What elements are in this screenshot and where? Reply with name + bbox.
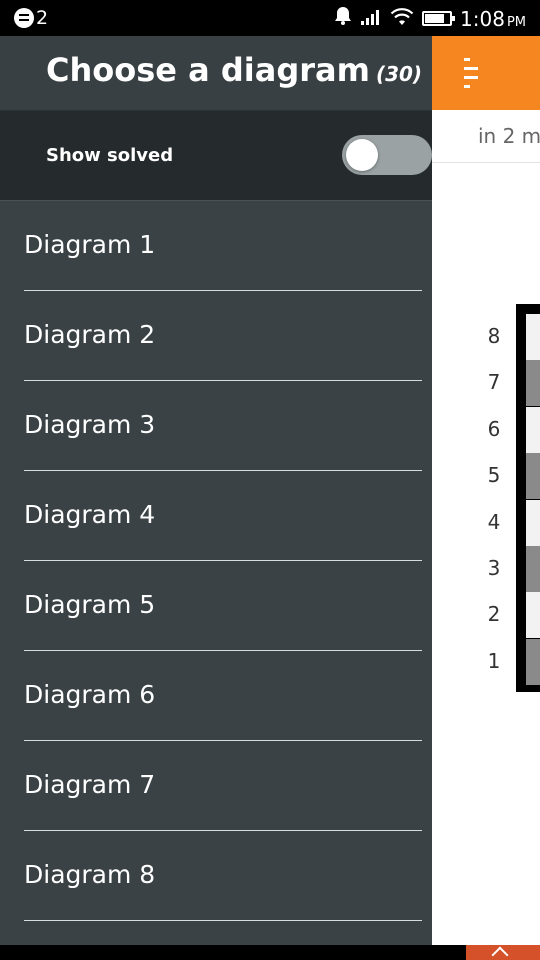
mail-icon [14,8,34,28]
board-square[interactable] [526,314,540,360]
clock: 1:08 PM [460,7,526,31]
status-right: 1:08 PM [334,6,526,31]
diagram-list-item[interactable]: Diagram 1 [0,201,432,291]
show-solved-label: Show solved [46,145,174,166]
hint-divider [432,162,540,163]
diagram-list-item[interactable]: Diagram 5 [0,561,432,651]
show-solved-toggle[interactable] [342,135,432,175]
wifi-icon [390,7,414,31]
nav-bar [0,945,540,960]
diagram-label: Diagram 6 [24,680,156,709]
diagram-list-item[interactable]: Diagram 4 [0,471,432,561]
board-square[interactable] [526,638,540,685]
diagram-list-item[interactable]: Diagram 2 [0,291,432,381]
drawer-header: Choose a diagram (30) [0,36,432,111]
diagram-list: Diagram 1 Diagram 2 Diagram 3 Diagram 4 Diag… [0,201,432,921]
notification-count: 2 [36,7,49,29]
board-square[interactable] [526,592,540,639]
diagram-label: Diagram 4 [24,500,156,529]
drawer-title: Choose a diagram (30) [46,51,422,89]
board-square[interactable] [526,360,540,407]
show-solved-row: Show solved [0,111,432,201]
rank-label: 5 [487,463,501,488]
menu-icon[interactable] [464,58,478,90]
status-bar: 2 1:08 PM [0,0,540,36]
toggle-knob[interactable] [346,139,378,171]
diagram-label: Diagram 8 [24,860,156,889]
app-header [432,36,540,110]
diagram-label: Diagram 2 [24,320,156,349]
rank-label: 6 [487,416,501,441]
diagram-view: in 2 m 8 7 6 5 4 3 2 1 [432,36,540,945]
rank-label: 4 [487,509,501,534]
diagram-list-item[interactable]: Diagram 8 [0,831,432,921]
status-left: 2 [14,7,48,29]
ampm: PM [506,14,526,30]
bell-icon [334,6,352,31]
move-hint: in 2 m [478,124,540,148]
board-square[interactable] [526,546,540,592]
diagram-count: (30) [375,62,423,86]
diagram-label: Diagram 7 [24,770,156,799]
diagram-label: Diagram 3 [24,410,156,439]
diagram-drawer: Choose a diagram (30) Show solved Diagram… [0,36,432,945]
diagram-list-item[interactable]: Diagram 7 [0,741,432,831]
board-square[interactable] [526,453,540,500]
diagram-label: Diagram 5 [24,590,156,619]
rank-label: 7 [487,370,501,395]
diagram-list-item[interactable]: Diagram 6 [0,651,432,741]
battery-icon [422,11,456,26]
rank-label: 2 [487,602,501,627]
diagram-label: Diagram 1 [24,230,156,259]
rank-label: 8 [487,324,501,348]
drawer-title-text: Choose a diagram [46,51,370,89]
board-square[interactable] [526,406,540,453]
chevron-up-icon[interactable] [466,945,540,960]
board-square[interactable] [526,499,540,546]
rank-label: 3 [487,556,501,580]
signal-icon [360,7,382,31]
rank-label: 1 [487,648,501,673]
diagram-list-item[interactable]: Diagram 3 [0,381,432,471]
time: 1:08 [460,6,505,31]
